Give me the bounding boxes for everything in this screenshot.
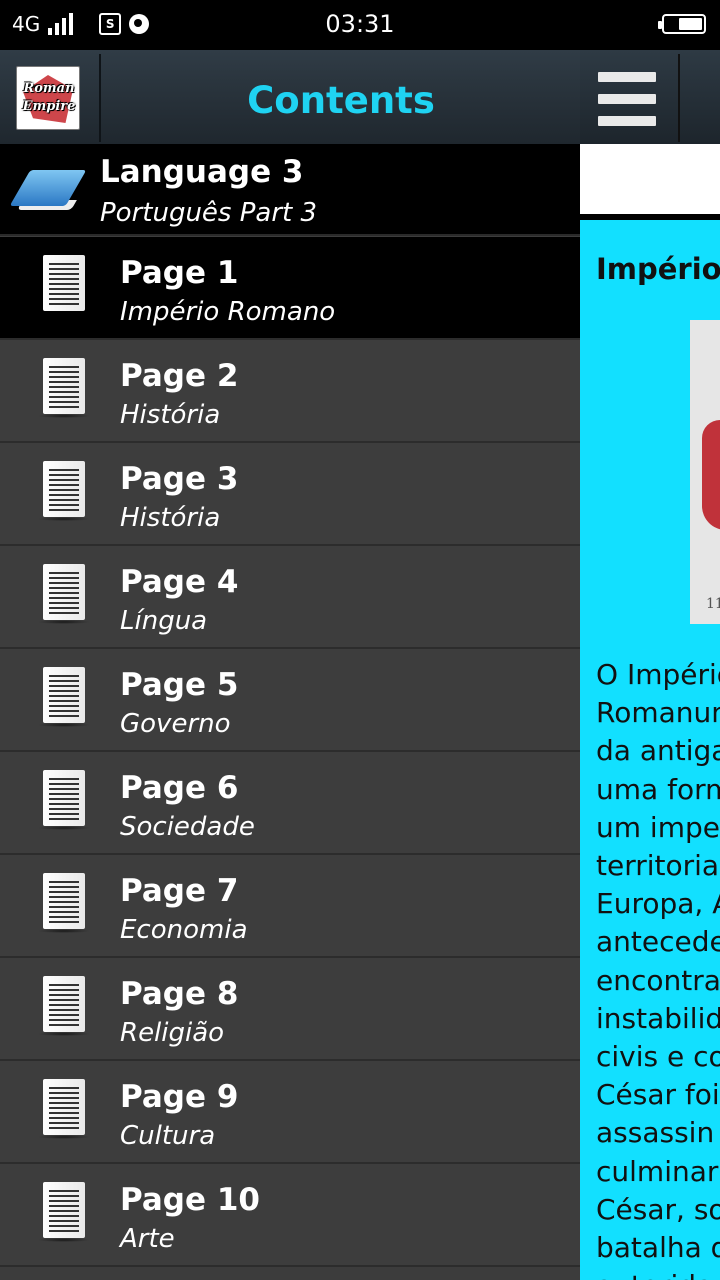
toolbar-divider bbox=[678, 54, 680, 142]
page-item-title: Page 2 bbox=[120, 358, 239, 394]
content-line: culminar bbox=[596, 1154, 719, 1188]
page-item-title: Page 3 bbox=[120, 461, 239, 497]
drawer-header: Roman Empire Contents bbox=[0, 50, 580, 144]
content-line: César, so bbox=[596, 1192, 720, 1226]
content-body: O Império Romanum da antiga uma form um impe… bbox=[596, 656, 720, 1280]
content-line: Romanum bbox=[596, 696, 720, 730]
group-subtitle: Português Part 3 bbox=[100, 198, 318, 228]
page-item-title: Page 1 bbox=[120, 255, 239, 291]
content-line: instabilid bbox=[596, 1001, 720, 1035]
map-caption: 11 bbox=[706, 596, 720, 612]
content-line: um impe bbox=[596, 810, 720, 844]
content-line: da antiga bbox=[596, 734, 720, 768]
content-line: territoriai bbox=[596, 849, 720, 883]
clock: 03:31 bbox=[325, 10, 395, 38]
content-header-strip bbox=[580, 144, 720, 214]
page-item-subtitle: Governo bbox=[120, 709, 231, 739]
page-item-title: Page 9 bbox=[120, 1079, 239, 1115]
content-line: encontra bbox=[596, 963, 720, 997]
content-line: batalha d bbox=[596, 1231, 720, 1265]
page-item-subtitle: História bbox=[120, 503, 221, 533]
page-item-title: Page 8 bbox=[120, 976, 239, 1012]
document-icon bbox=[38, 1182, 90, 1244]
map-territory bbox=[702, 420, 720, 530]
content-line: assassin bbox=[596, 1116, 715, 1150]
page-list: Page 1 Império Romano Page 2 História Page 3… bbox=[0, 237, 580, 1267]
page-item-title: Page 6 bbox=[120, 770, 239, 806]
content-line: uma form bbox=[596, 772, 720, 806]
content-line: César foi bbox=[596, 1078, 720, 1112]
page-item-1[interactable]: Page 1 Império Romano bbox=[0, 237, 580, 340]
logo-text-line-2: Empire bbox=[22, 99, 76, 114]
page-item-title: Page 5 bbox=[120, 667, 239, 703]
navigation-drawer: Roman Empire Contents Language 3 Portugu… bbox=[0, 50, 580, 1280]
page-item-9[interactable]: Page 9 Cultura bbox=[0, 1061, 580, 1164]
menu-icon[interactable] bbox=[598, 72, 656, 126]
app-logo: Roman Empire bbox=[16, 66, 80, 130]
document-icon bbox=[38, 1079, 90, 1141]
document-icon bbox=[38, 358, 90, 420]
content-line: Europa, Á bbox=[596, 887, 720, 921]
content-line: antecede bbox=[596, 925, 720, 959]
document-icon bbox=[38, 461, 90, 523]
page-item-subtitle: Economia bbox=[120, 915, 248, 945]
document-icon bbox=[38, 255, 90, 317]
document-icon bbox=[38, 564, 90, 626]
document-icon bbox=[38, 873, 90, 935]
status-bar: 4G S 03:31 bbox=[0, 0, 720, 50]
group-title: Language 3 bbox=[100, 154, 304, 190]
page-item-6[interactable]: Page 6 Sociedade bbox=[0, 752, 580, 855]
page-item-3[interactable]: Page 3 História bbox=[0, 443, 580, 546]
page-item-subtitle: Cultura bbox=[120, 1121, 216, 1151]
page-item-title: Page 10 bbox=[120, 1182, 260, 1218]
header-divider bbox=[99, 54, 101, 142]
book-icon bbox=[9, 164, 87, 214]
page-item-7[interactable]: Page 7 Economia bbox=[0, 855, 580, 958]
page-item-8[interactable]: Page 8 Religião bbox=[0, 958, 580, 1061]
page-item-10[interactable]: Page 10 Arte bbox=[0, 1164, 580, 1267]
page-item-subtitle: Arte bbox=[120, 1224, 175, 1254]
page-item-subtitle: Sociedade bbox=[120, 812, 255, 842]
language-group-row[interactable]: Language 3 Português Part 3 bbox=[0, 144, 580, 236]
document-icon bbox=[38, 976, 90, 1038]
battery-level bbox=[678, 18, 702, 30]
content-line: autorida bbox=[596, 1267, 720, 1280]
page-item-subtitle: História bbox=[120, 400, 221, 430]
page-item-subtitle: Religião bbox=[120, 1018, 225, 1048]
page-item-subtitle: Império Romano bbox=[120, 297, 336, 327]
document-icon bbox=[38, 667, 90, 729]
content-line: civis e co bbox=[596, 1040, 720, 1074]
content-line: O Império bbox=[596, 658, 720, 691]
page-item-2[interactable]: Page 2 História bbox=[0, 340, 580, 443]
map-image: 11 bbox=[690, 320, 720, 624]
document-icon bbox=[38, 770, 90, 832]
content-area[interactable]: Império R 11 O Império Romanum da antiga um… bbox=[580, 220, 720, 1280]
battery-icon bbox=[658, 14, 706, 34]
page-item-4[interactable]: Page 4 Língua bbox=[0, 546, 580, 649]
page-item-title: Page 7 bbox=[120, 873, 239, 909]
page-item-subtitle: Língua bbox=[120, 606, 208, 636]
page-item-title: Page 4 bbox=[120, 564, 239, 600]
content-heading: Império R bbox=[596, 252, 720, 286]
drawer-title: Contents bbox=[247, 79, 435, 122]
logo-text-line-1: Roman bbox=[23, 81, 75, 96]
page-item-5[interactable]: Page 5 Governo bbox=[0, 649, 580, 752]
